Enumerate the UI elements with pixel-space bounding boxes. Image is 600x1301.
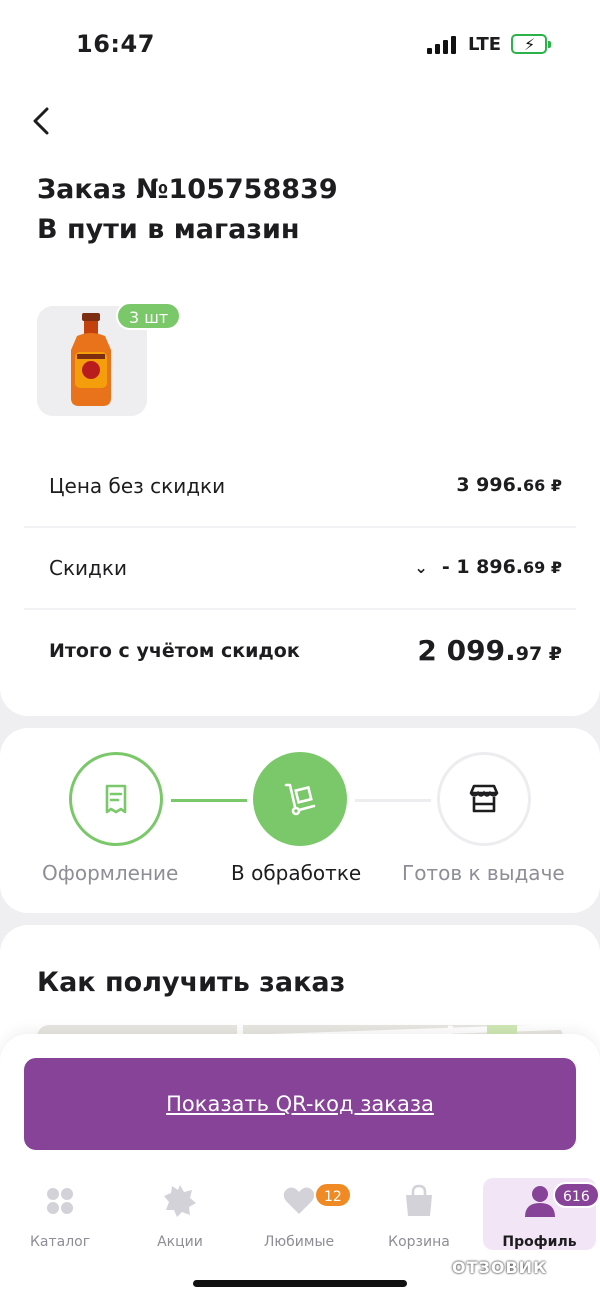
tab-bar: Каталог Акции 12 Любимые Корзина 616 Про… [0,1174,600,1254]
qr-button-label: Показать QR-код заказа [166,1092,434,1116]
tab-label-profile: Профиль [502,1234,577,1250]
store-icon [469,784,499,813]
signal-icon [427,36,459,54]
tab-profile[interactable]: 616 Профиль [483,1178,600,1250]
watermark-logo: ОТЗОВИК [452,1258,548,1277]
user-icon [524,1186,555,1217]
price-value: 3 996.66 ₽ [456,474,562,496]
step-label-checkout: Оформление [42,861,179,885]
network-type: LTE [468,34,502,55]
tab-cart[interactable]: Корзина [364,1178,474,1250]
promo-star-icon [164,1185,196,1217]
order-summary-card: Заказ №105758839 В пути в магазин 3 шт Ц… [0,90,600,716]
progress-line-done [171,799,247,802]
tab-label-catalog: Каталог [29,1234,91,1250]
chevron-down-icon[interactable]: ⌄ [414,558,427,577]
tab-promotions[interactable]: Акции [125,1178,235,1250]
discount-row[interactable]: Скидки ⌄ - 1 896.69 ₽ [24,528,576,610]
price-row: Цена без скидки 3 996.66 ₽ [24,446,576,528]
step-processing [253,752,347,846]
price-label: Цена без скидки [49,474,226,498]
tab-label-promotions: Акции [157,1234,203,1250]
discount-label: Скидки [49,556,127,580]
order-status: В пути в магазин [37,214,300,245]
heart-icon [283,1187,315,1214]
total-row: Итого с учётом скидок 2 099.97 ₽ [24,610,576,692]
back-arrow-icon[interactable] [28,106,58,136]
tab-catalog[interactable]: Каталог [5,1178,115,1250]
receive-title: Как получить заказ [37,967,346,998]
profile-points-badge: 616 [553,1182,600,1208]
tab-label-favorites: Любимые [263,1234,335,1250]
total-label: Итого с учётом скидок [49,640,300,662]
receipt-icon [105,784,127,814]
tab-favorites[interactable]: 12 Любимые [244,1178,354,1250]
battery-icon: ⚡ [511,34,551,54]
step-checkout [69,752,163,846]
discount-value: ⌄ - 1 896.69 ₽ [414,556,562,578]
shopping-bag-icon [406,1184,432,1216]
step-label-ready: Готов к выдаче [402,861,565,885]
favorites-count-badge: 12 [314,1182,352,1208]
tab-label-cart: Корзина [388,1234,450,1250]
step-ready [437,752,531,846]
hand-truck-icon [284,783,316,816]
order-title: Заказ №105758839 [37,174,338,205]
status-bar: 16:47 LTE ⚡ [0,0,600,90]
step-label-processing: В обработке [231,861,362,885]
order-progress-card: Оформление В обработке Готов к выдаче [0,728,600,913]
home-indicator [193,1280,407,1287]
show-qr-code-button[interactable]: Показать QR-код заказа [24,1058,576,1150]
grid-icon [47,1188,73,1214]
progress-line-pending [355,799,431,802]
total-value: 2 099.97 ₽ [417,634,562,667]
quantity-badge: 3 шт [116,302,182,330]
status-time: 16:47 [76,30,155,58]
